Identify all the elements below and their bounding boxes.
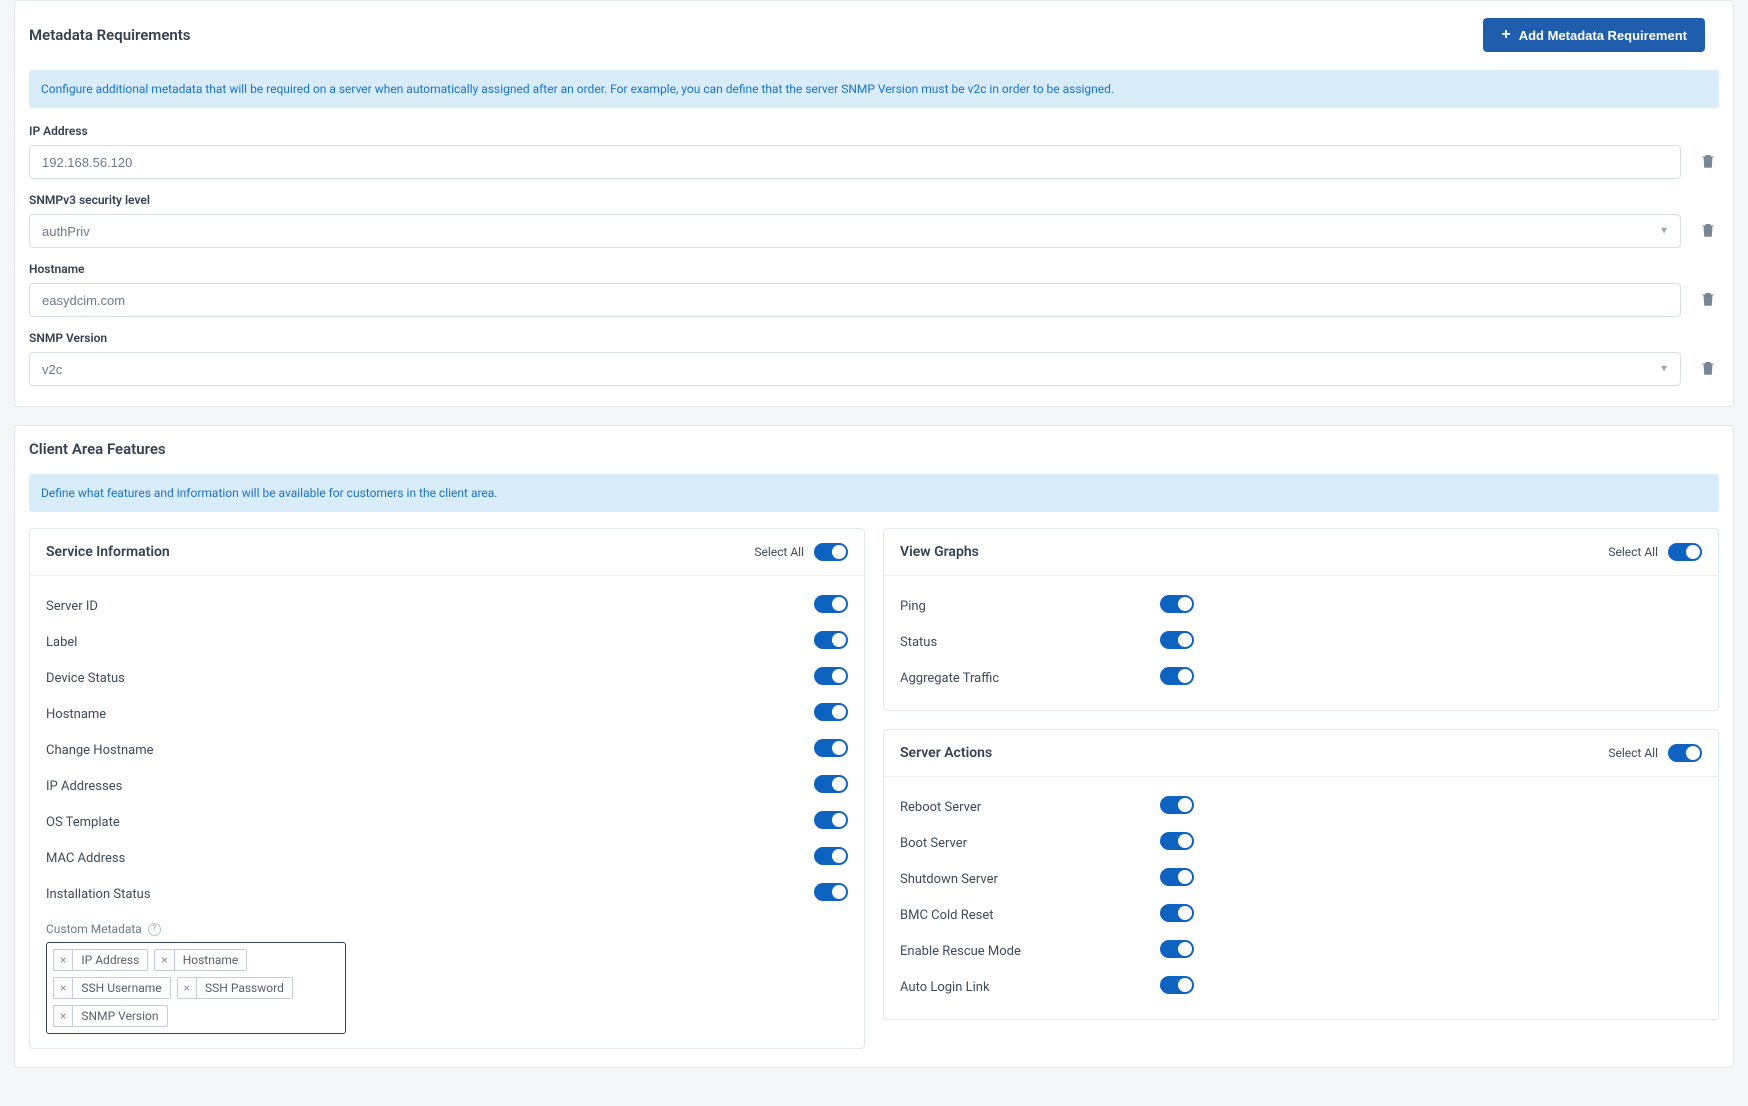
feature-label: Device Status [46,671,306,686]
toggle-aggregate-traffic[interactable] [1160,667,1194,685]
select-all-label: Select All [1608,545,1658,559]
view-graphs-select-all-toggle[interactable] [1668,543,1702,561]
toggle-bmc-cold-reset[interactable] [1160,904,1194,922]
toggle-ip-addresses[interactable] [814,775,848,793]
feature-label: Enable Rescue Mode [900,944,1160,959]
client-area-info-bar: Define what features and information wil… [29,474,1719,512]
metadata-tag: ×SSH Password [177,977,293,999]
select-all-label: Select All [1608,746,1658,760]
trash-icon [1699,359,1717,377]
client-area-title: Client Area Features [29,440,1719,458]
toggle-label[interactable] [814,631,848,649]
service-info-select-all-toggle[interactable] [814,543,848,561]
server-actions-select-all-toggle[interactable] [1668,744,1702,762]
toggle-hostname[interactable] [814,703,848,721]
field-snmp-version: SNMP Version ▼ [29,331,1719,386]
feature-label: Shutdown Server [900,872,1160,887]
plus-icon: + [1501,27,1510,43]
custom-metadata-tagbox[interactable]: ×IP Address ×Hostname ×SSH Username ×SSH… [46,942,346,1034]
service-info-title: Service Information [46,544,170,560]
metadata-tag: ×SSH Username [53,977,171,999]
delete-ip-button[interactable] [1699,152,1719,172]
toggle-mac-address[interactable] [814,847,848,865]
feature-label: BMC Cold Reset [900,908,1160,923]
client-area-features-panel: Client Area Features Define what feature… [14,425,1734,1068]
metadata-requirements-panel: Metadata Requirements + Add Metadata Req… [14,0,1734,407]
hostname-input[interactable] [29,283,1681,317]
field-hostname: Hostname [29,262,1719,317]
trash-icon [1699,290,1717,308]
feature-label: MAC Address [46,851,306,866]
toggle-reboot-server[interactable] [1160,796,1194,814]
feature-label: OS Template [46,815,306,830]
delete-hostname-button[interactable] [1699,290,1719,310]
delete-snmpv3-button[interactable] [1699,221,1719,241]
snmp-version-select[interactable] [29,352,1681,386]
remove-tag-icon[interactable]: × [54,1006,73,1026]
ip-address-input[interactable] [29,145,1681,179]
remove-tag-icon[interactable]: × [178,978,197,998]
toggle-status[interactable] [1160,631,1194,649]
toggle-shutdown-server[interactable] [1160,868,1194,886]
feature-label: Auto Login Link [900,980,1160,995]
delete-snmp-version-button[interactable] [1699,359,1719,379]
add-metadata-label: Add Metadata Requirement [1519,28,1687,43]
metadata-title: Metadata Requirements [29,26,191,44]
snmpv3-select[interactable] [29,214,1681,248]
metadata-tag: ×Hostname [154,949,247,971]
remove-tag-icon[interactable]: × [54,978,73,998]
remove-tag-icon[interactable]: × [54,950,73,970]
view-graphs-title: View Graphs [900,544,979,560]
feature-label: Ping [900,599,1160,614]
custom-metadata-label: Custom Metadata [46,922,142,936]
service-information-card: Service Information Select All Server ID… [29,528,865,1049]
toggle-ping[interactable] [1160,595,1194,613]
toggle-auto-login-link[interactable] [1160,976,1194,994]
feature-label: Status [900,635,1160,650]
feature-label: Hostname [46,707,306,722]
server-actions-card: Server Actions Select All Reboot Server … [883,729,1719,1020]
trash-icon [1699,221,1717,239]
field-ip-address: IP Address [29,124,1719,179]
toggle-change-hostname[interactable] [814,739,848,757]
feature-label: Server ID [46,599,306,614]
feature-label: Aggregate Traffic [900,671,1160,686]
view-graphs-card: View Graphs Select All Ping Status Aggre… [883,528,1719,711]
remove-tag-icon[interactable]: × [155,950,174,970]
feature-label: Change Hostname [46,743,306,758]
feature-label: IP Addresses [46,779,306,794]
field-snmpv3: SNMPv3 security level ▼ [29,193,1719,248]
add-metadata-requirement-button[interactable]: + Add Metadata Requirement [1483,18,1705,52]
snmpv3-label: SNMPv3 security level [29,193,1719,207]
server-actions-title: Server Actions [900,745,992,761]
snmp-version-label: SNMP Version [29,331,1719,345]
select-all-label: Select All [754,545,804,559]
ip-address-label: IP Address [29,124,1719,138]
feature-label: Label [46,635,306,650]
toggle-os-template[interactable] [814,811,848,829]
hostname-label: Hostname [29,262,1719,276]
toggle-installation-status[interactable] [814,883,848,901]
metadata-info-bar: Configure additional metadata that will … [29,70,1719,108]
toggle-server-id[interactable] [814,595,848,613]
feature-label: Installation Status [46,887,306,902]
toggle-device-status[interactable] [814,667,848,685]
toggle-enable-rescue-mode[interactable] [1160,940,1194,958]
feature-label: Boot Server [900,836,1160,851]
metadata-tag: ×SNMP Version [53,1005,168,1027]
feature-label: Reboot Server [900,800,1160,815]
help-icon[interactable]: ? [148,923,161,936]
toggle-boot-server[interactable] [1160,832,1194,850]
trash-icon [1699,152,1717,170]
metadata-tag: ×IP Address [53,949,148,971]
